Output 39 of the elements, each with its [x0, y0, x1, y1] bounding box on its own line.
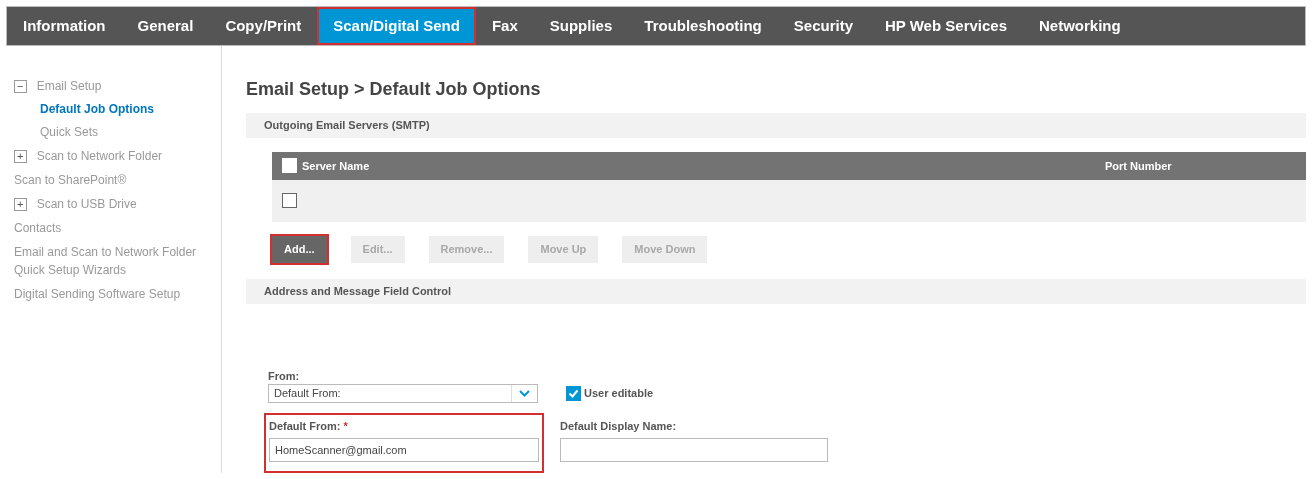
- nav-tab[interactable]: Information: [7, 7, 122, 45]
- column-header: Port Number: [1105, 158, 1172, 174]
- sidebar-link[interactable]: Email and Scan to Network Folder Quick Setup Wizards: [14, 243, 204, 279]
- from-dropdown[interactable]: Default From:: [268, 384, 538, 403]
- sidebar-link[interactable]: Scan to Network Folder: [36, 147, 221, 165]
- nav-tab[interactable]: Fax: [475, 7, 534, 45]
- nav-tab[interactable]: Copy/Print: [209, 7, 318, 45]
- nav-tab[interactable]: Scan/Digital Send: [317, 7, 476, 45]
- page-title: Email Setup > Default Job Options: [246, 78, 542, 101]
- section-title: Outgoing Email Servers (SMTP): [264, 118, 430, 134]
- sidebar-link[interactable]: Scan to SharePoint®: [14, 171, 204, 189]
- field-label: Default Display Name:: [560, 419, 678, 434]
- collapse-icon[interactable]: −: [14, 79, 27, 93]
- action-button[interactable]: Add...: [272, 235, 327, 263]
- sidebar-link[interactable]: Digital Sending Software Setup: [14, 285, 204, 303]
- sidebar-link[interactable]: Email Setup: [36, 77, 221, 95]
- expand-icon[interactable]: +: [14, 197, 27, 211]
- nav-tab[interactable]: Security: [777, 7, 869, 45]
- table-row[interactable]: [272, 179, 1306, 222]
- sidebar-link[interactable]: Quick Sets: [40, 125, 99, 139]
- column-header: Server Name: [302, 158, 371, 174]
- nav-tab[interactable]: Supplies: [533, 7, 629, 45]
- sidebar-link[interactable]: Scan to USB Drive: [36, 195, 221, 213]
- dropdown-value: Default From:: [274, 386, 342, 402]
- section-title: Address and Message Field Control: [264, 283, 452, 299]
- sidebar-link[interactable]: Default Job Options: [40, 102, 154, 116]
- checkbox[interactable]: [566, 386, 581, 401]
- nav-tab[interactable]: Troubleshooting: [628, 7, 778, 45]
- nav-tab[interactable]: General: [121, 7, 210, 45]
- nav-tab[interactable]: HP Web Services: [869, 7, 1023, 45]
- checkbox-label: User editable: [584, 386, 654, 402]
- field-label: Default From: *: [269, 419, 349, 434]
- nav-tab[interactable]: Networking: [1023, 7, 1137, 45]
- display-name-field[interactable]: [560, 437, 828, 462]
- checkbox[interactable]: [282, 193, 297, 209]
- expand-icon[interactable]: +: [14, 149, 27, 163]
- email-field[interactable]: HomeScanner@gmail.com: [269, 437, 539, 462]
- sidebar-link[interactable]: Contacts: [14, 219, 204, 237]
- field-label: From:: [268, 368, 301, 384]
